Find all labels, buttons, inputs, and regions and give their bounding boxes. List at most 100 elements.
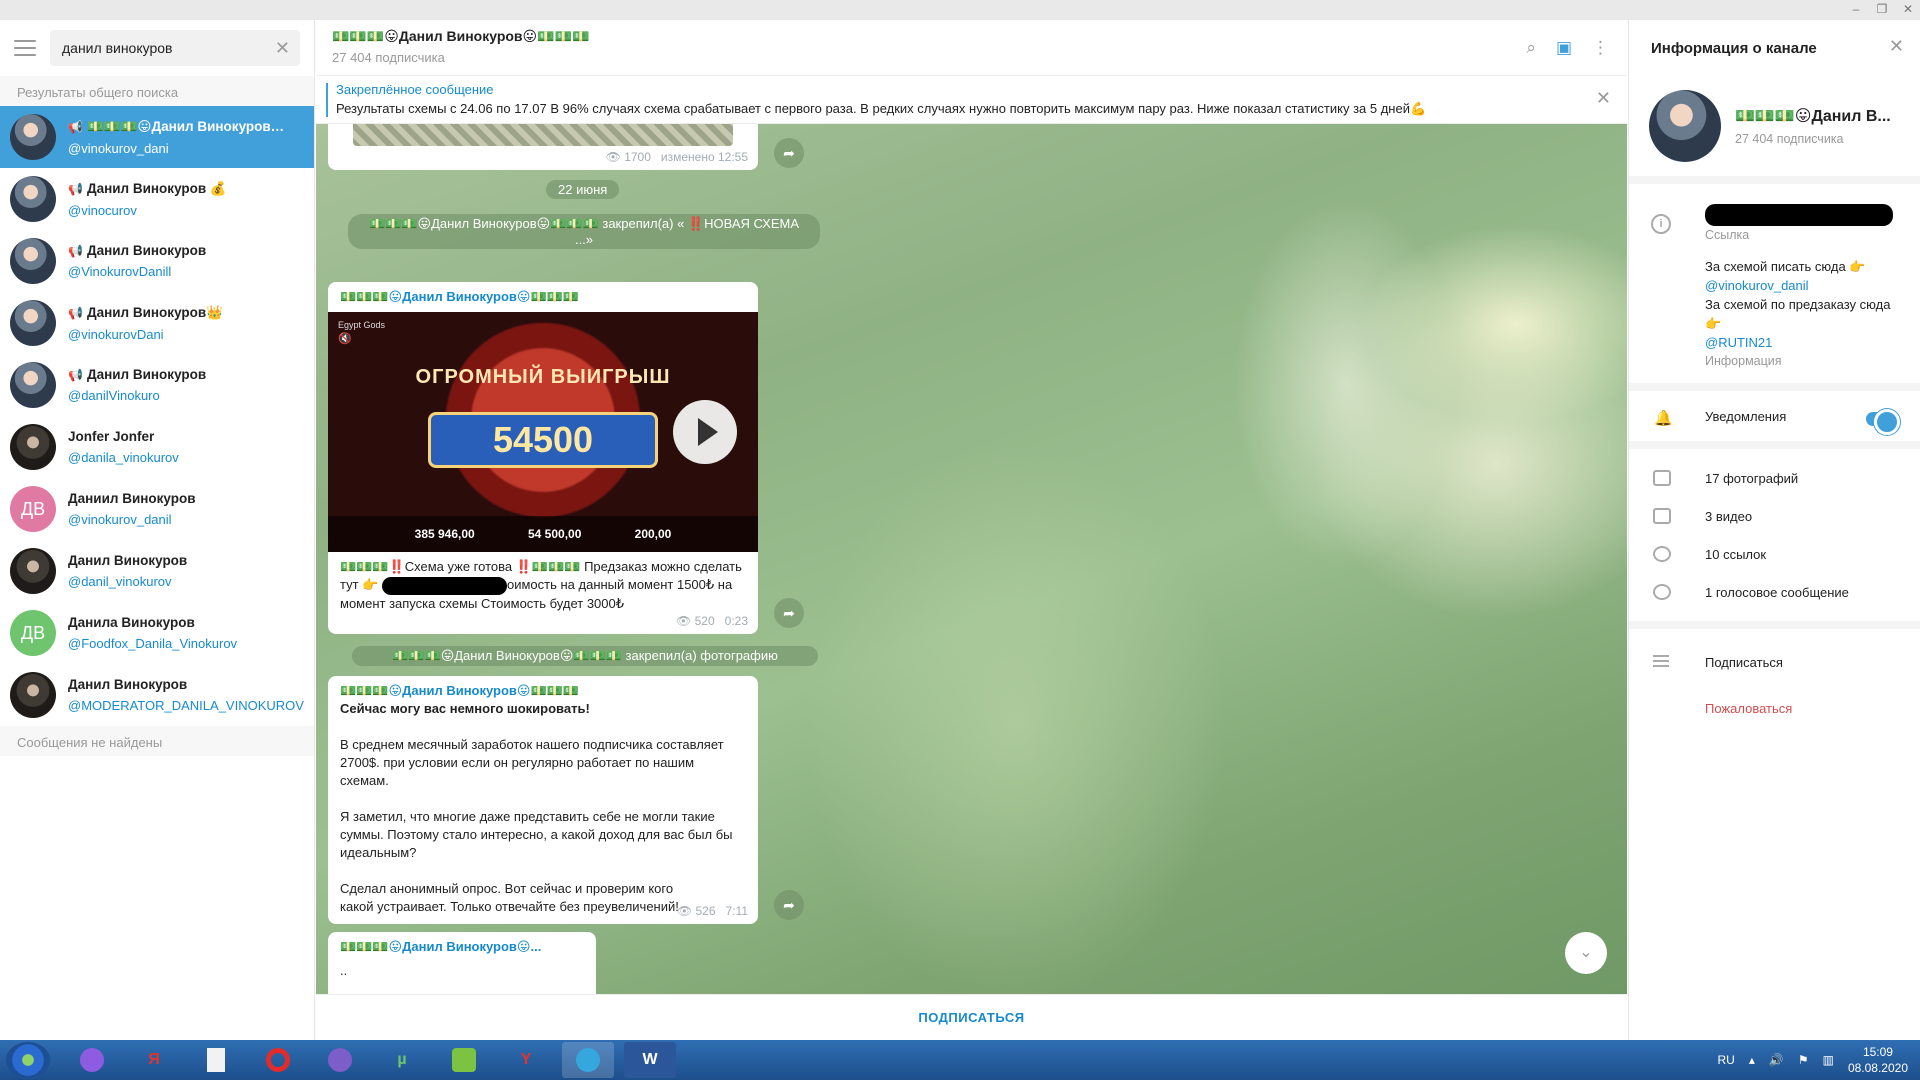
tray-arrow-icon[interactable]: ▴ xyxy=(1749,1053,1755,1067)
message-meta: 👁 526 7:11 xyxy=(677,902,748,920)
link-icon xyxy=(1653,546,1671,562)
message-author[interactable]: 💵💵💵😛Данил Винокуров😛💵💵💵 xyxy=(340,682,746,700)
pinned-message-bar[interactable]: Закреплённое сообщение Результаты схемы … xyxy=(316,76,1627,124)
message-bubble[interactable]: 💵💵💵😛Данил Винокуров😛... .. xyxy=(328,932,596,994)
network-icon[interactable]: ▥ xyxy=(1823,1053,1834,1067)
chat-handle: @MODERATOR_DANILA_VINOKUROV xyxy=(68,698,304,713)
video-total: 54 500,00 xyxy=(527,527,582,541)
flag-icon[interactable]: ⚑ xyxy=(1798,1053,1809,1067)
photo-icon xyxy=(1653,470,1671,486)
file-icon[interactable] xyxy=(190,1042,242,1078)
start-button[interactable] xyxy=(6,1042,50,1078)
search-icon[interactable]: ⌕ xyxy=(1526,38,1536,58)
minimize-icon[interactable]: – xyxy=(1850,2,1862,16)
forward-icon[interactable]: ➦ xyxy=(774,598,804,628)
chat-handle: @VinokurovDanill xyxy=(68,264,172,279)
message-bubble[interactable]: 💵💵💵😛Данил Винокуров😛💵💵💵 Сейчас могу вас … xyxy=(328,676,758,924)
channel-icon: 📢 xyxy=(68,244,83,258)
more-icon[interactable]: ⋮ xyxy=(1592,38,1609,58)
search-result-item[interactable]: ДВ Данила Винокуров @Foodfox_Danila_Vino… xyxy=(0,602,314,664)
clear-search-icon[interactable]: ✕ xyxy=(275,38,290,59)
search-result-item[interactable]: ДВ Даниил Винокуров @vinokurov_danil xyxy=(0,478,314,540)
menu-icon[interactable] xyxy=(14,40,36,56)
play-icon[interactable] xyxy=(673,400,737,464)
search-input[interactable] xyxy=(62,40,288,56)
subscribe-action[interactable]: Подписаться xyxy=(1629,639,1920,685)
message-time: 0:23 xyxy=(724,614,748,628)
search-result-item[interactable]: Данил Винокуров @MODERATOR_DANILA_VINOKU… xyxy=(0,664,314,726)
utorrent-icon[interactable]: µ xyxy=(376,1042,428,1078)
links-item[interactable]: 10 ссылок xyxy=(1629,535,1920,573)
notifications-row[interactable]: 🔔 Уведомления xyxy=(1629,391,1920,449)
info-handle-link[interactable]: @vinokurov_danil xyxy=(1705,276,1900,295)
viber-icon[interactable] xyxy=(314,1042,366,1078)
chat-header[interactable]: 💵💵💵😛Данил Винокуров😛💵💵💵 27 404 подписчик… xyxy=(316,20,1627,76)
service-message[interactable]: 💵💵💵😛Данил Винокуров😛💵💵💵 закрепил(а) фото… xyxy=(352,646,818,666)
chat-name: Данила Винокуров xyxy=(68,615,195,630)
scroll-down-icon[interactable]: ⌄ xyxy=(1565,932,1607,974)
notifications-toggle[interactable] xyxy=(1866,409,1900,435)
video-stats: 385 946,00 54 500,00 200,00 xyxy=(328,516,758,552)
message-bubble[interactable]: 👁 1700 изменено 12:55 xyxy=(328,124,758,170)
yandex-icon[interactable]: Y xyxy=(500,1042,552,1078)
message-author[interactable]: 💵💵💵😛Данил Винокуров😛💵💵💵 xyxy=(328,282,758,312)
service-message[interactable]: 💵💵💵😛Данил Винокуров😛💵💵💵 закрепил(а) « ‼️… xyxy=(348,214,820,249)
search-result-item[interactable]: 📢 Данил Винокуров👑 @vinokurovDani xyxy=(0,292,314,354)
sidebar-toggle-icon[interactable]: ▣ xyxy=(1556,38,1572,58)
forward-icon[interactable]: ➦ xyxy=(774,890,804,920)
chat-name: Данил Винокуров xyxy=(86,243,207,258)
chat-handle: @Foodfox_Danila_Vinokurov xyxy=(68,636,238,651)
list-icon xyxy=(1653,655,1669,667)
word-icon[interactable]: W xyxy=(624,1042,676,1078)
search-result-item[interactable]: 📢 Данил Винокуров @danilVinokuro xyxy=(0,354,314,416)
avatar xyxy=(10,300,56,346)
volume-icon[interactable]: 🔊 xyxy=(1769,1053,1784,1067)
close-icon[interactable]: ✕ xyxy=(1889,36,1904,57)
message-bubble[interactable]: 💵💵💵😛Данил Винокуров😛💵💵💵 Egypt Gods 🔇 ОГР… xyxy=(328,282,758,634)
message-time: 7:11 xyxy=(725,904,748,918)
close-icon[interactable]: ✕ xyxy=(1596,88,1611,109)
search-result-item[interactable]: Данил Винокуров @danil_vinokurov xyxy=(0,540,314,602)
photos-item[interactable]: 17 фотографий xyxy=(1629,459,1920,497)
subscribe-button[interactable]: ПОДПИСАТЬСЯ xyxy=(316,994,1627,1040)
report-action[interactable]: Пожаловаться xyxy=(1629,685,1920,731)
message-author[interactable]: 💵💵💵😛Данил Винокуров😛... xyxy=(340,938,584,956)
channel-icon: 📢 xyxy=(68,368,83,382)
forward-icon[interactable]: ➦ xyxy=(774,138,804,168)
search-box[interactable]: ✕ xyxy=(50,30,300,66)
yandex-browser-icon[interactable]: Я xyxy=(128,1042,180,1078)
app-icon[interactable] xyxy=(66,1042,118,1078)
search-result-item[interactable]: Jonfer Jonfer @danila_vinokurov xyxy=(0,416,314,478)
clock[interactable]: 15:09 08.08.2020 xyxy=(1848,1044,1908,1076)
language-indicator[interactable]: RU xyxy=(1718,1053,1735,1067)
message-paragraph: Я заметил, что многие даже представить с… xyxy=(340,809,733,860)
search-result-item[interactable]: 📢 Данил Винокуров @VinokurovDanill xyxy=(0,230,314,292)
info-label: Информация xyxy=(1705,354,1782,368)
avatar xyxy=(10,238,56,284)
info-line: За схемой по предзаказу сюда👉 xyxy=(1705,297,1891,331)
video-player[interactable]: Egypt Gods 🔇 ОГРОМНЫЙ ВЫИГРЫШ 54500 385 … xyxy=(328,312,758,552)
info-handle-link[interactable]: @RUTIN21 xyxy=(1705,333,1900,352)
chat-handle: @danilVinokuro xyxy=(68,388,160,403)
voice-item[interactable]: 1 голосовое сообщение xyxy=(1629,573,1920,611)
search-result-item[interactable]: 📢 Данил Винокуров 💰 @vinocurov xyxy=(0,168,314,230)
video-icon xyxy=(1653,508,1671,524)
money-photo[interactable] xyxy=(353,124,733,146)
info-icon: i xyxy=(1651,214,1671,234)
avatar xyxy=(10,672,56,718)
message-meta: 👁 1700 изменено 12:55 xyxy=(606,148,748,166)
telegram-icon[interactable] xyxy=(562,1042,614,1078)
chat-name: Данил Винокуров xyxy=(68,553,188,568)
videos-item[interactable]: 3 видео xyxy=(1629,497,1920,535)
mute-icon[interactable]: 🔇 xyxy=(338,330,352,348)
chat-panel: 💵💵💵😛Данил Винокуров😛💵💵💵 27 404 подписчик… xyxy=(316,20,1627,1040)
chat-history[interactable]: 👁 1700 изменено 12:55 ➦ 22 июня 💵💵💵😛Дани… xyxy=(316,124,1627,994)
search-result-item[interactable]: 📢 💵💵💵😛Данил Винокуров… @vinokurov_dani xyxy=(0,106,314,168)
avatar xyxy=(10,176,56,222)
opera-icon[interactable] xyxy=(252,1042,304,1078)
channel-avatar[interactable] xyxy=(1649,90,1721,162)
taskbar: Я µ Y W RU ▴ 🔊 ⚑ ▥ 15:09 08.08.2020 xyxy=(0,1040,1920,1080)
maximize-icon[interactable]: ❐ xyxy=(1876,2,1888,16)
security-icon[interactable] xyxy=(438,1042,490,1078)
close-window-icon[interactable]: ✕ xyxy=(1902,2,1914,16)
